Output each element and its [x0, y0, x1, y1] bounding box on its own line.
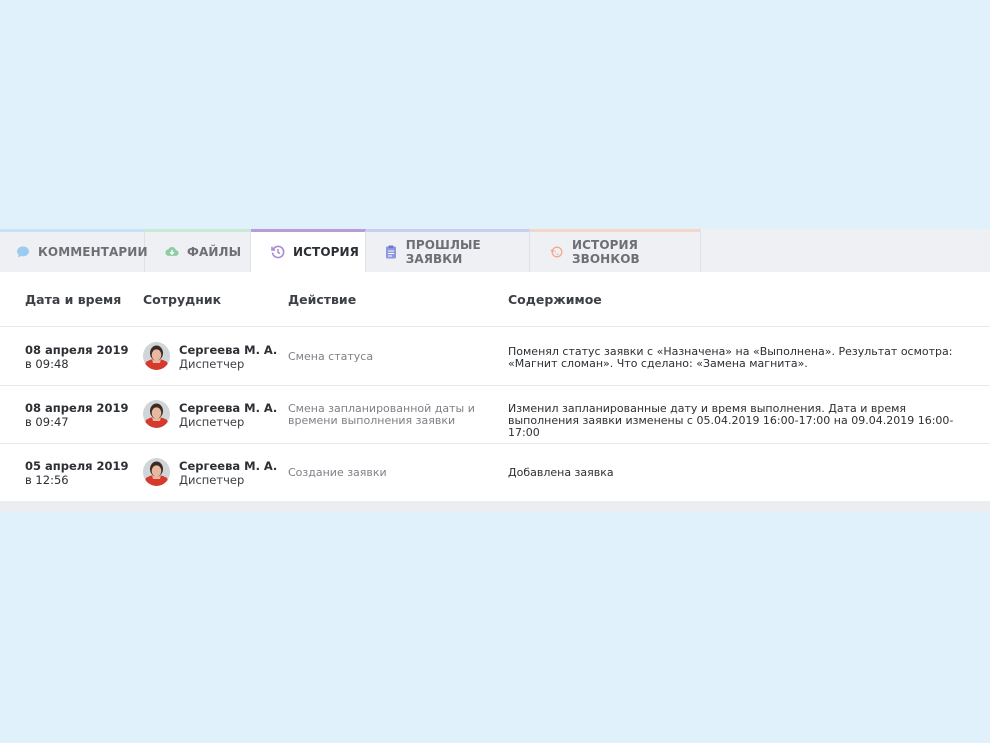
tab-label: ФАЙЛЫ	[187, 245, 242, 259]
tab-label: ИСТОРИЯ	[293, 245, 360, 259]
tab-bar: КОММЕНТАРИИ ФАЙЛЫ ИСТОРИЯ ПРОШЛЫЕ ЗАЯВКИ…	[0, 229, 990, 272]
avatar	[143, 400, 170, 428]
history-panel: КОММЕНТАРИИ ФАЙЛЫ ИСТОРИЯ ПРОШЛЫЕ ЗАЯВКИ…	[0, 229, 990, 512]
date-text: 05 апреля 2019	[25, 459, 129, 473]
time-text: в 09:48	[25, 357, 69, 371]
employee-name: Сергеева М. А.	[179, 459, 278, 473]
table-row: 08 апреля 2019 в 09:47 Сергеева М. А. Ди…	[0, 386, 990, 444]
employee-role: Диспетчер	[179, 415, 245, 429]
date-cell: 08 апреля 2019 в 09:48	[25, 343, 129, 371]
employee-cell: Сергеева М. А. Диспетчер	[179, 459, 277, 487]
action-cell: Смена запланированной даты и времени вып…	[288, 402, 475, 427]
header-date: Дата и время	[25, 292, 122, 307]
content-cell: Поменял статус заявки с «Назначена» на «…	[508, 345, 953, 370]
header-content: Содержимое	[508, 292, 602, 307]
date-cell: 08 апреля 2019 в 09:47	[25, 401, 129, 429]
employee-role: Диспетчер	[179, 473, 245, 487]
panel-footer	[0, 501, 990, 512]
avatar	[143, 458, 170, 486]
tab-files[interactable]: ФАЙЛЫ	[145, 229, 251, 272]
date-text: 08 апреля 2019	[25, 401, 129, 415]
cloud-download-icon	[165, 245, 179, 259]
content-cell: Изменил запланированные дату и время вып…	[508, 402, 954, 439]
table-header: Дата и время Сотрудник Действие Содержим…	[0, 272, 990, 327]
action-cell: Создание заявки	[288, 466, 387, 479]
tab-label: ПРОШЛЫЕ ЗАЯВКИ	[405, 238, 481, 266]
content-cell: Добавлена заявка	[508, 466, 614, 479]
employee-name: Сергеева М. А.	[179, 343, 278, 357]
time-text: в 12:56	[25, 473, 69, 487]
header-employee: Сотрудник	[143, 292, 222, 307]
header-action: Действие	[288, 292, 357, 307]
history-icon	[271, 245, 285, 259]
history-table: Дата и время Сотрудник Действие Содержим…	[0, 272, 990, 501]
tab-history[interactable]: ИСТОРИЯ	[251, 229, 366, 272]
date-cell: 05 апреля 2019 в 12:56	[25, 459, 129, 487]
time-text: в 09:47	[25, 415, 69, 429]
tab-comments[interactable]: КОММЕНТАРИИ	[0, 229, 148, 272]
employee-name: Сергеева М. А.	[179, 401, 278, 415]
tab-label: КОММЕНТАРИИ	[38, 245, 148, 259]
employee-cell: Сергеева М. А. Диспетчер	[179, 401, 277, 429]
tab-past-requests[interactable]: ПРОШЛЫЕ ЗАЯВКИ	[366, 229, 530, 272]
avatar	[143, 342, 170, 370]
clipboard-icon	[385, 245, 398, 259]
employee-cell: Сергеева М. А. Диспетчер	[179, 343, 277, 371]
tab-label: ИСТОРИЯ ЗВОНКОВ	[572, 238, 640, 266]
tab-call-history[interactable]: ИСТОРИЯ ЗВОНКОВ	[530, 229, 701, 272]
employee-role: Диспетчер	[179, 357, 245, 371]
action-cell: Смена статуса	[288, 350, 374, 363]
date-text: 08 апреля 2019	[25, 343, 129, 357]
table-row: 05 апреля 2019 в 12:56 Сергеева М. А. Ди…	[0, 444, 990, 502]
phone-history-icon	[550, 245, 564, 259]
table-row: 08 апреля 2019 в 09:48 Сергеева М. А. Ди…	[0, 328, 990, 386]
comment-icon	[16, 245, 30, 259]
